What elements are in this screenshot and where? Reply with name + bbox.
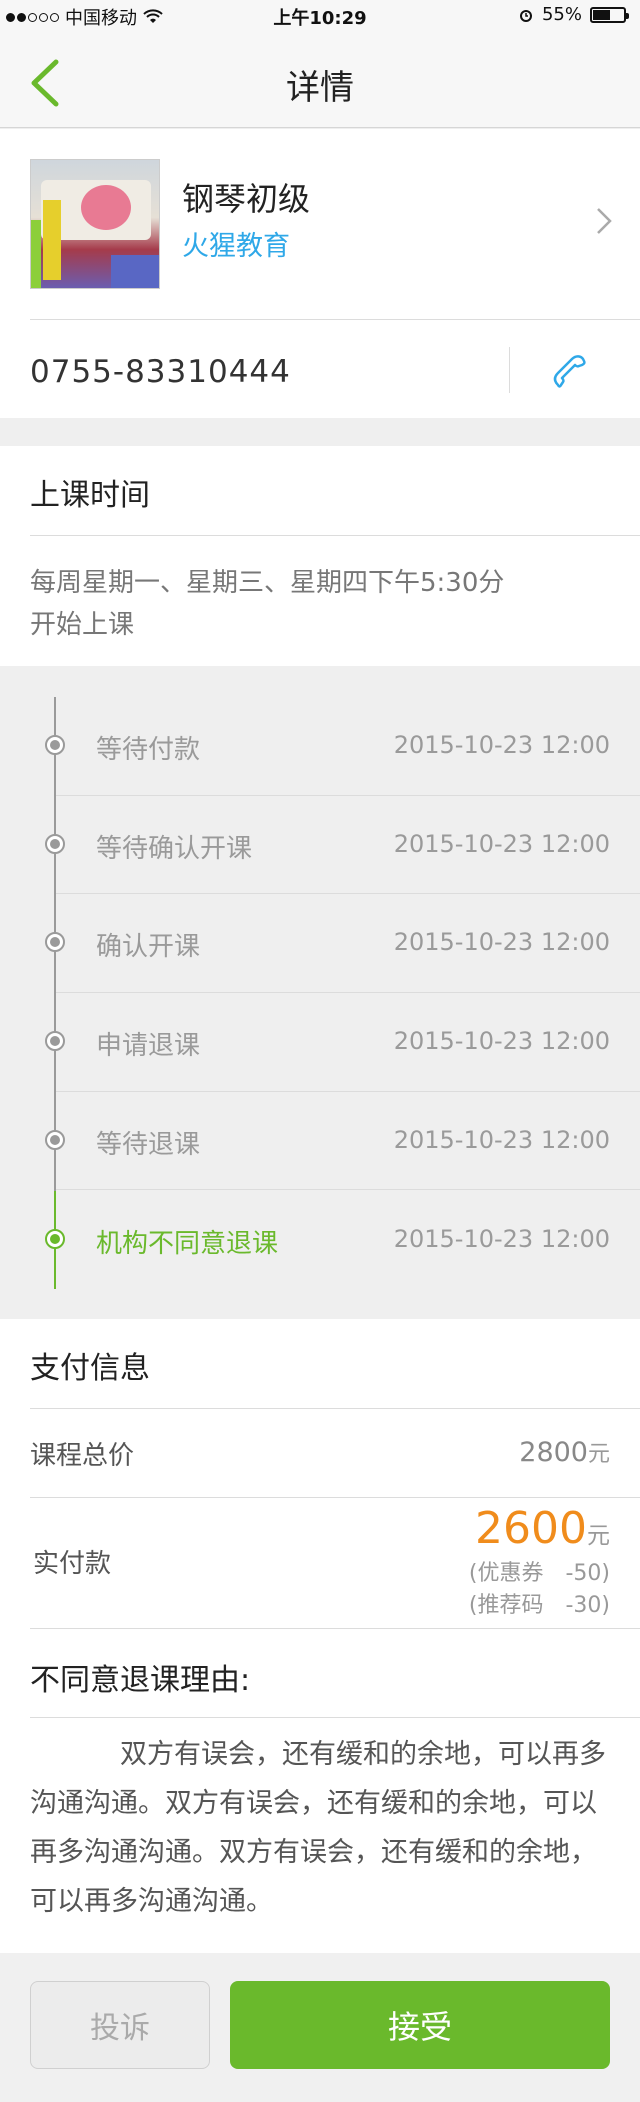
timeline-item: 等待退课 2015-10-23 12:00 [0,1092,640,1191]
chevron-right-icon[interactable] [596,207,612,235]
battery-percent: 55% [541,4,582,25]
total-price-unit: 元 [587,1442,610,1467]
divider [30,1628,640,1629]
phone-icon[interactable] [550,351,590,391]
timeline-dot-active-icon [45,1228,65,1249]
alarm-icon [519,9,532,22]
schedule-section: 上课时间 每周星期一、星期三、星期四下午5:30分 开始上课 [0,446,640,666]
divider [30,1497,640,1498]
timeline-item-active: 机构不同意退课 2015-10-23 12:00 [0,1191,640,1290]
total-price: 2800元 [519,1436,610,1468]
divider [30,1408,640,1409]
timeline-time: 2015-10-23 12:00 [393,731,610,759]
status-right: 55% [518,4,629,25]
nav-bar: 详情 [0,32,640,128]
divider [30,1717,640,1718]
divider [509,347,510,393]
timeline-item: 申请退课 2015-10-23 12:00 [0,993,640,1092]
accept-button[interactable]: 接受 [230,1981,610,2069]
actual-paid: 2600元 [475,1503,610,1554]
payment-title: 支付信息 [30,1351,150,1386]
timeline-label: 等待付款 [96,735,201,765]
status-timeline: 等待付款 2015-10-23 12:00 等待确认开课 2015-10-23 … [0,697,640,1289]
actual-paid-value: 2600 [475,1503,587,1554]
schedule-text-1: 每周星期一、星期三、星期四下午5:30分 [30,568,505,598]
page-title: 详情 [286,68,354,108]
timeline-dot-icon [45,1031,65,1052]
timeline-dot-icon [45,932,65,953]
battery-icon [590,6,629,23]
divider [30,535,640,536]
timeline-time: 2015-10-23 12:00 [393,829,610,858]
total-price-label: 课程总价 [30,1441,135,1471]
coupon-discount: (优惠券 -50) [468,1561,610,1586]
action-bar: 投诉 接受 [0,1953,640,2102]
timeline-item: 等待确认开课 2015-10-23 12:00 [0,796,640,895]
schedule-title: 上课时间 [30,478,150,513]
timeline-time: 2015-10-23 12:00 [393,1027,610,1056]
timeline-dot-icon [45,735,65,755]
timeline-label: 确认开课 [96,932,201,963]
course-name[interactable]: 钢琴初级 [182,174,310,220]
timeline-dot-icon [45,833,65,854]
timeline-label: 机构不同意退课 [96,1228,279,1259]
complain-button[interactable]: 投诉 [30,1981,210,2069]
timeline-time: 2015-10-23 12:00 [393,928,610,957]
phone-number: 0755-83310444 [30,354,291,390]
timeline-time: 2015-10-23 12:00 [393,1224,610,1253]
total-price-value: 2800 [519,1437,588,1468]
timeline-label: 申请退课 [96,1031,201,1062]
actual-paid-label: 实付款 [33,1549,112,1579]
actual-paid-unit: 元 [587,1523,610,1549]
schedule-text-2: 开始上课 [30,610,135,640]
course-image [30,159,160,289]
referral-discount: (推荐码 -30) [468,1593,610,1618]
timeline-item: 确认开课 2015-10-23 12:00 [0,894,640,994]
reason-title: 不同意退课理由: [30,1663,251,1698]
org-link[interactable]: 火猩教育 [182,224,290,263]
divider [30,319,640,320]
timeline-label: 等待退课 [96,1129,201,1160]
status-bar: 中国移动 上午10:29 55% [0,0,640,32]
timeline-time: 2015-10-23 12:00 [393,1125,610,1154]
timeline-dot-icon [45,1129,65,1150]
timeline-label: 等待确认开课 [96,833,253,864]
course-card: 钢琴初级 火猩教育 0755-83310444 [0,129,640,418]
reason-text: 双方有误会，还有缓和的余地，可以再多沟通沟通。双方有误会，还有缓和的余地，可以再… [30,1739,606,1917]
timeline-item: 等待付款 2015-10-23 12:00 [0,697,640,796]
